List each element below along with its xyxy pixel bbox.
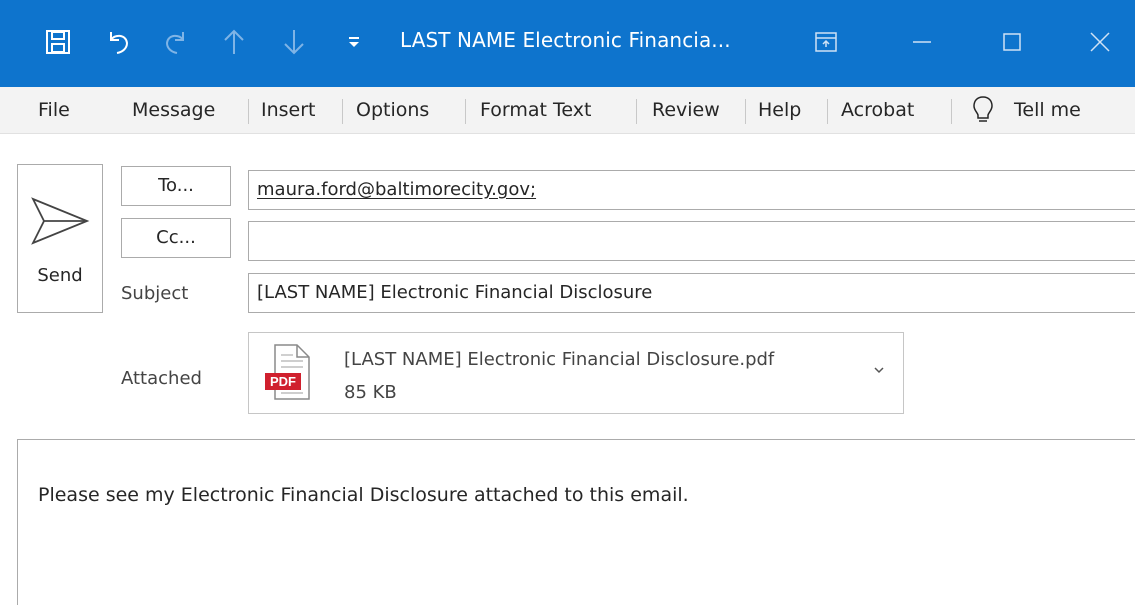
maximize-icon[interactable] [994, 20, 1030, 64]
menu-insert[interactable]: Insert [261, 87, 316, 134]
close-icon[interactable] [1082, 20, 1118, 64]
lightbulb-icon[interactable] [972, 87, 994, 134]
arrow-down-icon[interactable] [276, 20, 312, 64]
to-button[interactable]: To... [121, 166, 231, 206]
menu-format-text[interactable]: Format Text [480, 87, 591, 134]
attachment-name: [LAST NAME] Electronic Financial Disclos… [344, 349, 775, 370]
attachment-item[interactable]: PDF [LAST NAME] Electronic Financial Dis… [248, 332, 904, 414]
message-body[interactable]: Please see my Electronic Financial Discl… [17, 439, 1135, 605]
attached-label: Attached [121, 368, 202, 389]
menu-separator [951, 99, 952, 124]
menu-separator [827, 99, 828, 124]
menu-message[interactable]: Message [132, 87, 215, 134]
arrow-up-icon[interactable] [216, 20, 252, 64]
redo-icon[interactable] [158, 20, 194, 64]
pdf-file-icon: PDF [265, 344, 310, 400]
title-bar: LAST NAME Electronic Financia... [0, 0, 1135, 87]
send-button[interactable]: Send [17, 164, 103, 313]
subject-field[interactable]: [LAST NAME] Electronic Financial Disclos… [248, 273, 1135, 313]
menu-separator [636, 99, 637, 124]
body-text: Please see my Electronic Financial Discl… [38, 484, 689, 506]
tell-me-search[interactable]: Tell me [1014, 87, 1081, 134]
menu-separator [248, 99, 249, 124]
minimize-icon[interactable] [904, 20, 940, 64]
attachment-size: 85 KB [344, 382, 397, 403]
menu-bar: File Message Insert Options Format Text … [0, 87, 1135, 134]
send-label: Send [37, 265, 83, 286]
menu-acrobat[interactable]: Acrobat [841, 87, 914, 134]
to-field[interactable]: maura.ford@baltimorecity.gov; [248, 170, 1135, 210]
menu-options[interactable]: Options [356, 87, 429, 134]
ribbon-display-icon[interactable] [808, 20, 844, 64]
menu-file[interactable]: File [38, 87, 70, 134]
menu-review[interactable]: Review [652, 87, 720, 134]
window-title: LAST NAME Electronic Financia... [400, 28, 731, 52]
recipient-chip[interactable]: maura.ford@baltimorecity.gov; [257, 179, 536, 200]
cc-button[interactable]: Cc... [121, 218, 231, 258]
subject-label: Subject [121, 283, 189, 304]
chevron-down-icon[interactable] [873, 365, 885, 375]
menu-separator [465, 99, 466, 124]
menu-help[interactable]: Help [758, 87, 801, 134]
save-icon[interactable] [40, 20, 76, 64]
cc-field[interactable] [248, 221, 1135, 261]
undo-icon[interactable] [100, 20, 136, 64]
menu-separator [342, 99, 343, 124]
customize-toolbar-icon[interactable] [336, 20, 372, 64]
menu-separator [745, 99, 746, 124]
pdf-badge-label: PDF [270, 374, 296, 389]
send-icon [31, 197, 90, 245]
